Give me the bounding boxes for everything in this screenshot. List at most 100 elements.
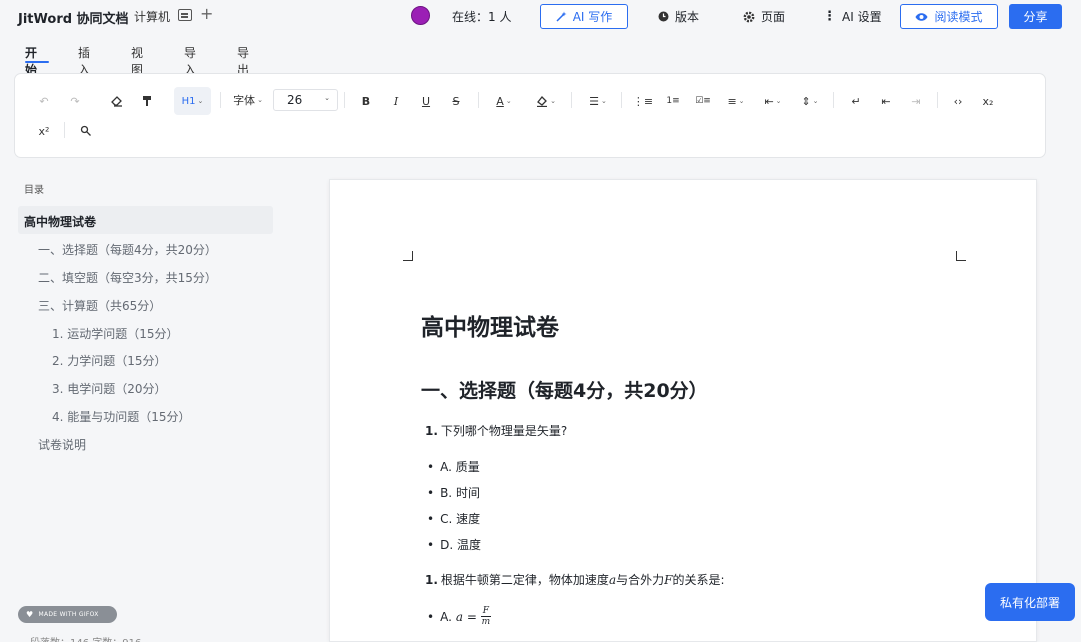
eraser-icon[interactable] [108, 91, 126, 111]
document-list-icon[interactable] [178, 9, 192, 21]
ai-write-label: AI 写作 [572, 10, 613, 24]
question-body: 的关系是: [672, 573, 725, 587]
math-fraction: F m [480, 606, 491, 627]
bullet-list-icon[interactable]: ⋮≡ [633, 91, 653, 111]
font-color-icon[interactable]: A ⌄ [490, 91, 518, 111]
version-label: 版本 [675, 10, 700, 24]
bold-icon[interactable]: B [357, 91, 375, 111]
divider [833, 92, 834, 108]
top-bar: JitWord 协同文档 计算机 + 在线：1 人 AI 写作 版本 页面 ⋮ … [0, 0, 1081, 34]
eye-icon [915, 12, 928, 21]
heading-select[interactable]: H1 ⌄ [174, 87, 211, 115]
chevron-down-icon: ⌄ [324, 94, 330, 102]
page-settings-button[interactable]: 页面 [743, 8, 785, 25]
watermark-label: MADE WITH GIFOX [38, 611, 99, 618]
outline-item[interactable]: 高中物理试卷 [18, 206, 273, 234]
math-expression: a = [455, 609, 477, 624]
undo-icon[interactable]: ↶ [35, 91, 53, 111]
divider [478, 92, 479, 108]
paragraph-spacing-icon[interactable]: ⇕ ⌄ [798, 91, 822, 111]
underline-icon[interactable]: U [417, 91, 435, 111]
private-deploy-button[interactable]: 私有化部署 [985, 583, 1075, 621]
outline-item[interactable]: 三、计算题（共65分） [38, 297, 161, 314]
font-family-select[interactable]: 字体 ⌄ [229, 90, 267, 110]
question-body: 下列哪个物理量是矢量? [440, 424, 568, 438]
active-tab-indicator [25, 61, 49, 63]
outdent-icon[interactable]: ⇤ [877, 91, 895, 111]
align-icon[interactable]: ☰ ⌄ [585, 91, 611, 111]
page-margin-corner [403, 251, 413, 261]
subscript-icon[interactable]: x₂ [979, 91, 997, 111]
ai-write-button[interactable]: AI 写作 [540, 4, 628, 29]
font-size-select[interactable]: 26 ⌄ [273, 89, 338, 111]
doc-heading[interactable]: 一、选择题（每题4分，共20分） [421, 376, 708, 403]
code-icon[interactable]: ‹› [949, 91, 967, 111]
format-painter-icon[interactable] [138, 91, 156, 111]
font-size-value: 26 [287, 93, 303, 107]
divider [937, 92, 938, 108]
divider [621, 92, 622, 108]
question-body: 与合外力 [616, 573, 665, 587]
divider [571, 92, 572, 108]
outline-item[interactable]: 4. 能量与功问题（15分） [52, 408, 191, 425]
strikethrough-icon[interactable]: S [447, 91, 465, 111]
option-item[interactable]: C. 速度 [427, 510, 480, 527]
italic-icon[interactable]: I [387, 91, 405, 111]
divider [344, 92, 345, 108]
question-body: 根据牛顿第二定律，物体加速度 [440, 573, 609, 587]
option-item[interactable]: B. 时间 [427, 484, 480, 501]
question-number: 1. [425, 573, 438, 587]
wrap-icon[interactable]: ↵ [847, 91, 865, 111]
doc-title[interactable]: 高中物理试卷 [421, 308, 559, 342]
font-family-label: 字体 [233, 94, 256, 107]
link-icon[interactable] [77, 121, 95, 141]
outline-item[interactable]: 1. 运动学问题（15分） [52, 325, 179, 342]
chevron-down-icon: ⌄ [197, 97, 204, 105]
gear-icon [743, 11, 755, 22]
clock-icon [658, 11, 669, 22]
magic-wand-icon [556, 11, 567, 22]
option-label: A. [440, 609, 452, 624]
doc-name[interactable]: 计算机 [134, 8, 170, 25]
ai-settings-label: AI 设置 [842, 10, 882, 24]
highlight-icon[interactable]: ⌄ [532, 91, 560, 111]
ai-settings-button[interactable]: ⋮ AI 设置 [823, 8, 882, 25]
outline-item[interactable]: 3. 电学问题（20分） [52, 380, 167, 397]
task-list-icon[interactable]: ☑≡ [694, 91, 712, 111]
line-height-icon[interactable]: ≡ ⌄ [724, 91, 748, 111]
chevron-down-icon: ⌄ [257, 96, 263, 104]
redo-icon[interactable]: ↷ [66, 91, 84, 111]
share-button[interactable]: 分享 [1009, 4, 1062, 29]
superscript-icon[interactable]: x² [35, 121, 53, 141]
heading-value: H1 [181, 95, 196, 107]
outline-title: 目录 [24, 185, 44, 196]
outline-item[interactable]: 试卷说明 [38, 436, 86, 453]
plus-icon[interactable]: + [200, 5, 213, 23]
option-item[interactable]: A. a = F m [427, 606, 491, 627]
ordered-list-icon[interactable]: 1≡ [664, 91, 682, 111]
question-number: 1. [425, 424, 438, 438]
outline-item[interactable]: 一、选择题（每题4分，共20分） [38, 241, 217, 258]
outline-item[interactable]: 2. 力学问题（15分） [52, 352, 167, 369]
app-title: JitWord 协同文档 [18, 12, 129, 27]
fox-icon: ♥ [26, 610, 34, 619]
version-button[interactable]: 版本 [658, 8, 699, 25]
read-mode-button[interactable]: 阅读模式 [900, 4, 998, 29]
divider [220, 92, 221, 108]
fraction-numerator: F [482, 606, 490, 616]
document-page[interactable]: 高中物理试卷 一、选择题（每题4分，共20分） 1.下列哪个物理量是矢量? A.… [329, 179, 1037, 642]
question-text[interactable]: 1. 根据牛顿第二定律，物体加速度a与合外力F的关系是: [425, 571, 724, 588]
read-mode-label: 阅读模式 [934, 10, 983, 24]
outline-item[interactable]: 二、填空题（每空3分，共15分） [38, 269, 217, 286]
indent-increase-icon[interactable]: ⇥ [907, 91, 925, 111]
status-bar: 段落数：146 字数：916 [30, 634, 141, 642]
divider [64, 122, 65, 138]
gifox-watermark: ♥ MADE WITH GIFOX [18, 606, 117, 623]
editor-toolbar: ↶ ↷ H1 ⌄ 字体 ⌄ 26 ⌄ B I U S A ⌄ ⌄ ☰ ⌄ ⋮≡ 1≡ ☑… [14, 73, 1046, 158]
avatar[interactable] [411, 6, 430, 25]
question-text[interactable]: 1. 下列哪个物理量是矢量? [425, 422, 567, 439]
option-item[interactable]: D. 温度 [427, 536, 481, 553]
indent-icon[interactable]: ⇤ ⌄ [761, 91, 785, 111]
option-item[interactable]: A. 质量 [427, 458, 480, 475]
page-label: 页面 [761, 10, 786, 24]
